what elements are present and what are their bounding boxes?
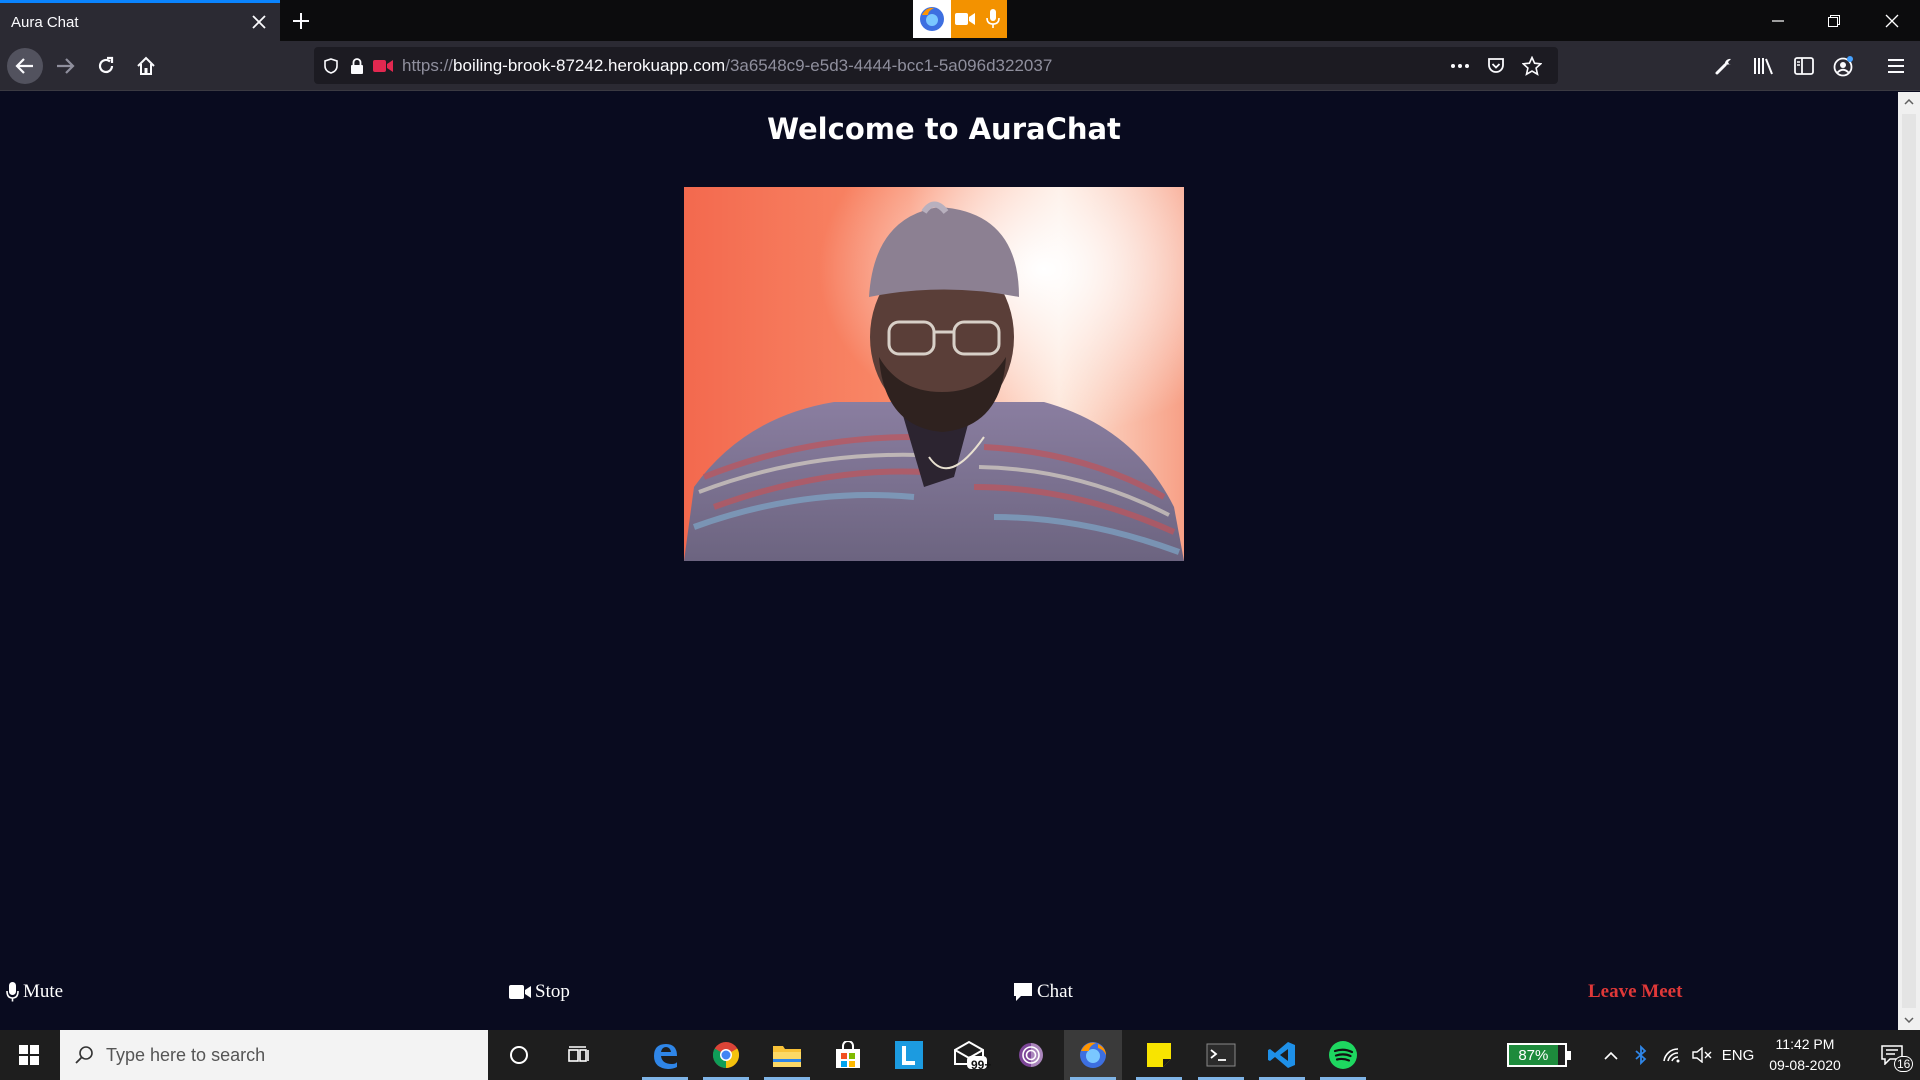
clock-time: 11:42 PM: [1775, 1036, 1835, 1052]
account-icon[interactable]: [1826, 48, 1862, 84]
browser-tab-strip: Aura Chat: [0, 0, 1920, 41]
battery-nub: [1567, 1051, 1571, 1060]
scroll-thumb[interactable]: [1902, 114, 1916, 1008]
stop-label: Stop: [535, 981, 570, 1002]
pocket-icon[interactable]: [1478, 47, 1514, 84]
firefox-icon: [913, 0, 951, 38]
url-path: /3a6548c9-e5d3-4444-bcc1-5a096d322037: [725, 55, 1053, 75]
tab-title: Aura Chat: [11, 13, 79, 31]
url-scheme: https://: [402, 55, 454, 75]
new-tab-button[interactable]: [286, 6, 316, 36]
chat-label: Chat: [1037, 981, 1073, 1002]
url-text[interactable]: https://boiling-brook-87242.herokuapp.co…: [402, 56, 1442, 76]
mute-label: Mute: [23, 981, 64, 1002]
library-icon[interactable]: [1746, 48, 1782, 84]
microsoft-store-app-icon[interactable]: [819, 1030, 877, 1080]
start-button[interactable]: [0, 1030, 58, 1080]
page-content: Welcome to AuraChat: [0, 92, 1898, 1080]
tracking-protection-shield-icon[interactable]: [318, 47, 344, 84]
battery-level: 87%: [1509, 1045, 1558, 1065]
forward-button[interactable]: [47, 48, 83, 84]
local-video: [684, 187, 1184, 561]
browser-navigation-bar: https://boiling-brook-87242.herokuapp.co…: [0, 41, 1920, 91]
stop-video-button[interactable]: Stop: [509, 981, 570, 1003]
reload-button[interactable]: [88, 48, 124, 84]
notification-count: 16: [1894, 1056, 1914, 1072]
page-title: Welcome to AuraChat: [767, 112, 1121, 146]
mute-button[interactable]: Mute: [6, 981, 63, 1003]
wifi-icon[interactable]: [1658, 1030, 1686, 1080]
home-button[interactable]: [128, 48, 164, 84]
camera-permission-icon[interactable]: [370, 47, 396, 84]
taskbar-search-box[interactable]: Type here to search: [60, 1030, 488, 1080]
browser-tab[interactable]: Aura Chat: [0, 0, 280, 41]
input-language[interactable]: ENG: [1718, 1030, 1758, 1080]
chat-button[interactable]: Chat: [1013, 981, 1073, 1003]
camera-sharing-icon[interactable]: [951, 0, 979, 38]
edge-app-icon[interactable]: [636, 1030, 694, 1080]
windows-taskbar: Type here to search 99+ 87% ENG 11:42 PM…: [0, 1030, 1920, 1080]
developer-tools-wrench-icon[interactable]: [1706, 48, 1742, 84]
show-hidden-icons-chevron-icon[interactable]: [1598, 1030, 1624, 1080]
url-host: boiling-brook-87242.herokuapp.com: [453, 55, 726, 75]
sidebar-toggle-icon[interactable]: [1786, 48, 1822, 84]
mail-badge: 99+: [971, 1058, 992, 1072]
page-scrollbar[interactable]: [1898, 92, 1920, 1030]
hamburger-menu-icon[interactable]: [1878, 48, 1914, 84]
webrtc-sharing-indicator[interactable]: [913, 0, 1007, 38]
action-center-button[interactable]: 16: [1864, 1030, 1920, 1080]
cortana-icon[interactable]: [490, 1030, 548, 1080]
battery-percent: 87%: [1518, 1046, 1549, 1064]
lock-icon[interactable]: [344, 47, 370, 84]
leave-meet-button[interactable]: Leave Meet: [1588, 981, 1682, 1003]
launcher-l-app-icon[interactable]: [880, 1030, 938, 1080]
minimize-button[interactable]: [1750, 0, 1806, 41]
close-window-button[interactable]: [1864, 0, 1920, 41]
terminal-app-icon[interactable]: [1192, 1030, 1250, 1080]
back-button[interactable]: [7, 48, 43, 84]
system-clock[interactable]: 11:42 PM 09-08-2020: [1760, 1034, 1850, 1076]
scroll-down-arrow-icon[interactable]: [1898, 1010, 1920, 1030]
tab-close-icon[interactable]: [246, 9, 272, 35]
chat-bubble-icon: [1014, 983, 1032, 1001]
firefox-app-icon[interactable]: [1064, 1030, 1122, 1080]
leave-meet-label: Leave Meet: [1588, 981, 1683, 1002]
volume-muted-icon[interactable]: [1688, 1030, 1716, 1080]
vscode-app-icon[interactable]: [1253, 1030, 1311, 1080]
windows-logo-icon: [19, 1045, 39, 1065]
scroll-up-arrow-icon[interactable]: [1898, 92, 1920, 112]
file-explorer-app-icon[interactable]: [758, 1030, 816, 1080]
tor-browser-app-icon[interactable]: [1002, 1030, 1060, 1080]
battery-indicator[interactable]: 87%: [1507, 1043, 1571, 1067]
microphone-icon: [6, 982, 19, 1002]
mail-app-icon[interactable]: 99+: [941, 1030, 999, 1080]
search-icon: [75, 1046, 93, 1064]
bookmark-star-icon[interactable]: [1514, 47, 1550, 84]
sticky-notes-app-icon[interactable]: [1130, 1030, 1188, 1080]
task-view-icon[interactable]: [550, 1030, 608, 1080]
video-camera-icon: [509, 985, 531, 999]
microphone-sharing-icon[interactable]: [979, 0, 1007, 38]
search-placeholder: Type here to search: [106, 1044, 266, 1065]
chrome-app-icon[interactable]: [697, 1030, 755, 1080]
page-actions-menu-icon[interactable]: [1442, 47, 1478, 84]
bluetooth-icon[interactable]: [1628, 1030, 1654, 1080]
spotify-app-icon[interactable]: [1314, 1030, 1372, 1080]
address-bar[interactable]: https://boiling-brook-87242.herokuapp.co…: [314, 47, 1558, 84]
clock-date: 09-08-2020: [1769, 1057, 1841, 1073]
restore-button[interactable]: [1806, 0, 1862, 41]
